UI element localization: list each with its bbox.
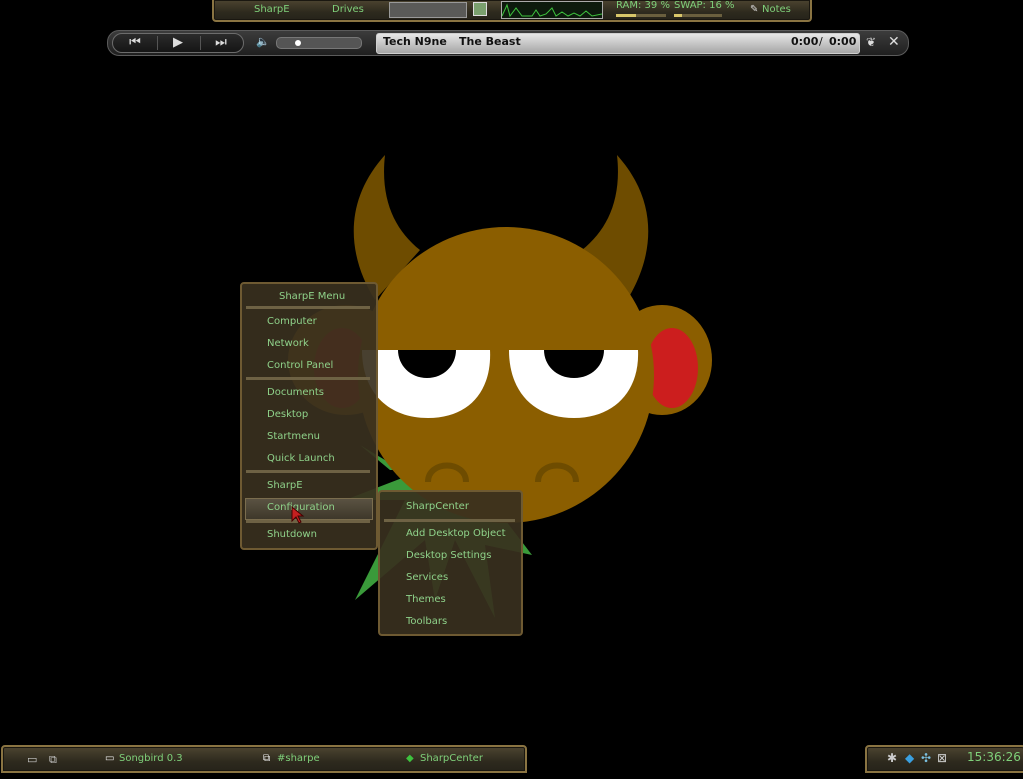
clock[interactable]: 15:36:26 [967,750,1021,764]
seek-slider[interactable] [276,37,362,49]
show-desktop-icon[interactable]: ▭ [27,753,37,766]
menu-item-control-panel[interactable]: Control Panel [242,357,376,377]
tray-network-icon[interactable]: ◆ [905,751,914,765]
screen-edge [1023,0,1035,779]
cpu-graph [501,1,603,19]
task-songbird[interactable]: ▭ Songbird 0.3 [105,753,213,767]
menu-item-computer[interactable]: Computer [242,313,376,333]
configuration-submenu: SharpCenter Add Desktop Object Desktop S… [378,490,523,636]
tray-connection-icon[interactable]: ⊠ [937,751,947,765]
sharpcenter-icon: ◆ [406,753,414,764]
submenu-item-themes[interactable]: Themes [380,591,521,611]
taskbar: ▭ ⧉ ▭ Songbird 0.3 ⧉ #sharpe ◆ SharpCent… [1,745,527,773]
top-toolbar: SharpE Drives RAM: 39 % SWAP: 16 % ✎ Not… [212,0,812,22]
system-tray: ✱ ◆ ✣ ⊠ 15:36:26 [865,745,1026,773]
window-switcher-icon[interactable]: ⧉ [49,753,57,767]
menu-divider [246,520,370,523]
window-icon: ▭ [105,753,115,764]
ram-label: RAM: 39 % [616,0,670,11]
previous-button[interactable]: ⏮ [115,35,155,51]
swap-label: SWAP: 16 % [674,0,735,11]
time-separator: / [819,35,823,48]
now-playing-display: Tech N9ne The Beast 0:00 / 0:00 [376,33,860,54]
swap-meter [674,14,722,17]
close-icon[interactable]: ✕ [888,34,900,50]
menu-item-documents[interactable]: Documents [242,384,376,404]
desktop-mascot [288,155,712,618]
submenu-item-desktop-settings[interactable]: Desktop Settings [380,547,521,567]
mouse-cursor-icon [291,506,305,524]
track-text: The Beast [459,35,521,48]
artist-text: Tech N9ne [383,35,447,48]
run-button[interactable] [473,2,487,16]
current-time: 0:00 [791,35,819,48]
seek-knob[interactable] [295,40,301,46]
media-player: ⏮ ▶ ⏭ 🔈 Tech N9ne The Beast 0:00 / 0:00 … [107,30,909,56]
ram-meter [616,14,666,17]
chat-window-icon: ⧉ [263,753,271,764]
menu-item-network[interactable]: Network [242,335,376,355]
submenu-item-services[interactable]: Services [380,569,521,589]
menu-item-shutdown[interactable]: Shutdown [242,526,376,546]
menu-item-desktop[interactable]: Desktop [242,406,376,426]
volume-icon[interactable]: 🔈 [256,35,270,48]
sharpe-menu: SharpE Menu Computer Network Control Pan… [240,282,378,550]
play-button[interactable]: ▶ [158,35,198,51]
menu-item-startmenu[interactable]: Startmenu [242,428,376,448]
submenu-item-sharpcenter[interactable]: SharpCenter [380,498,521,518]
menu-item-configuration[interactable]: Configuration [245,498,373,520]
menu-divider [384,519,515,522]
toolbar-input[interactable] [389,2,467,18]
notes-icon: ✎ [750,4,759,15]
menu-title: SharpE Menu [279,291,346,302]
leaf-icon[interactable]: ❦ [866,35,876,49]
notes-button[interactable]: Notes [762,4,791,15]
total-time: 0:00 [829,35,857,48]
tray-app-icon[interactable]: ✱ [887,751,897,765]
submenu-item-toolbars[interactable]: Toolbars [380,613,521,633]
submenu-item-add-desktop-object[interactable]: Add Desktop Object [380,525,521,545]
task-sharpe[interactable]: ⧉ #sharpe [263,753,371,767]
tray-messenger-icon[interactable]: ✣ [921,751,931,765]
menu-divider [246,377,370,380]
drives-button[interactable]: Drives [332,4,364,15]
sharpe-button[interactable]: SharpE [254,4,290,15]
menu-item-quick-launch[interactable]: Quick Launch [242,450,376,470]
menu-divider [246,470,370,473]
menu-item-sharpe[interactable]: SharpE [242,477,376,497]
next-button[interactable]: ⏭ [201,35,241,51]
player-controls: ⏮ ▶ ⏭ [112,33,244,53]
menu-divider [246,306,370,309]
task-sharpcenter[interactable]: ◆ SharpCenter [406,753,516,767]
